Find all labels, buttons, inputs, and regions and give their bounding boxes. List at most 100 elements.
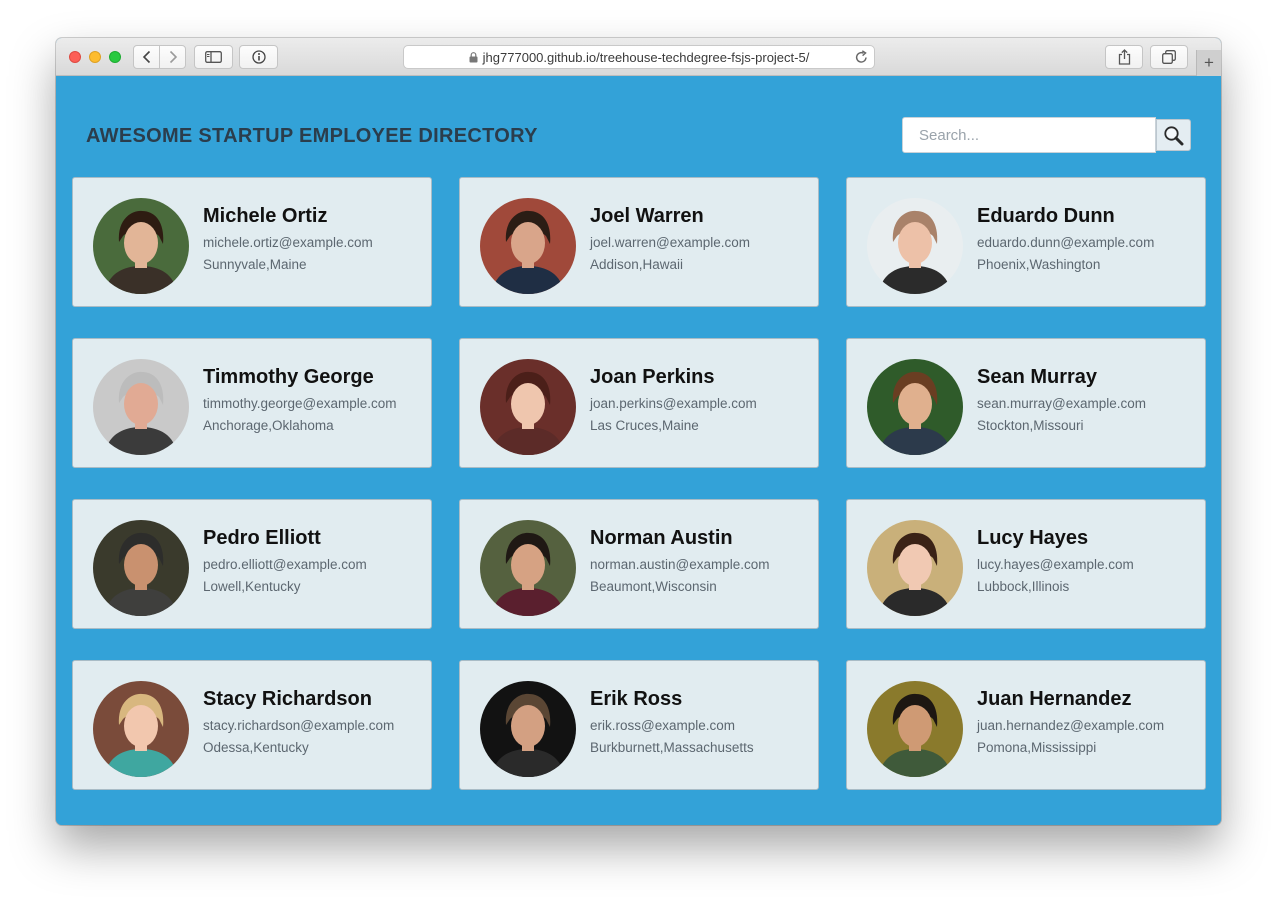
avatar [480, 359, 576, 455]
reload-icon [855, 50, 867, 63]
history-navigation [133, 45, 186, 69]
employee-location: Pomona,Mississippi [977, 740, 1097, 755]
employee-name: Juan Hernandez [977, 688, 1132, 710]
employee-email: norman.austin@example.com [590, 557, 770, 572]
employee-name: Sean Murray [977, 366, 1098, 388]
employee-name: Timmothy George [203, 366, 374, 388]
employee-card[interactable]: Michele Ortiz michele.ortiz@example.com … [72, 177, 432, 307]
employee-email: sean.murray@example.com [977, 396, 1147, 411]
employee-info: Juan Hernandez juan.hernandez@example.co… [977, 688, 1164, 755]
employee-info: Michele Ortiz michele.ortiz@example.com … [203, 205, 373, 272]
employee-info: Norman Austin norman.austin@example.com … [590, 527, 770, 594]
avatar [93, 520, 189, 616]
employee-email: pedro.elliott@example.com [203, 557, 367, 572]
browser-toolbar: jhg777000.github.io/treehouse-techdegree… [56, 38, 1221, 76]
employee-info: Joan Perkins joan.perkins@example.com La… [590, 366, 757, 433]
employee-card[interactable]: Joan Perkins joan.perkins@example.com La… [459, 338, 819, 468]
avatar [480, 198, 576, 294]
employee-card[interactable]: Erik Ross erik.ross@example.com Burkburn… [459, 660, 819, 790]
back-button[interactable] [134, 46, 160, 68]
employee-info: Erik Ross erik.ross@example.com Burkburn… [590, 688, 754, 755]
employee-card[interactable]: Lucy Hayes lucy.hayes@example.com Lubboc… [846, 499, 1206, 629]
avatar [93, 359, 189, 455]
new-tab-button[interactable]: + [1196, 50, 1221, 76]
employee-name: Pedro Elliott [203, 527, 321, 549]
employee-location: Stockton,Missouri [977, 418, 1084, 433]
page-content: AWESOME STARTUP EMPLOYEE DIRECTORY Miche… [56, 76, 1221, 825]
employee-location: Sunnyvale,Maine [203, 257, 307, 272]
employee-location: Lowell,Kentucky [203, 579, 301, 594]
employee-card[interactable]: Juan Hernandez juan.hernandez@example.co… [846, 660, 1206, 790]
employee-info: Timmothy George timmothy.george@example.… [203, 366, 397, 433]
employee-info: Stacy Richardson stacy.richardson@exampl… [203, 688, 394, 755]
search-input[interactable] [902, 117, 1156, 153]
employee-location: Odessa,Kentucky [203, 740, 309, 755]
employee-email: stacy.richardson@example.com [203, 718, 395, 733]
avatar [480, 681, 576, 777]
employee-email: lucy.hayes@example.com [977, 557, 1134, 572]
zoom-window-button[interactable] [109, 51, 121, 63]
close-window-button[interactable] [69, 51, 81, 63]
share-button[interactable] [1105, 45, 1143, 69]
employee-name: Stacy Richardson [203, 688, 372, 710]
employee-card[interactable]: Pedro Elliott pedro.elliott@example.com … [72, 499, 432, 629]
minimize-window-button[interactable] [89, 51, 101, 63]
employee-card[interactable]: Norman Austin norman.austin@example.com … [459, 499, 819, 629]
employee-info: Sean Murray sean.murray@example.com Stoc… [977, 366, 1146, 433]
employee-card[interactable]: Sean Murray sean.murray@example.com Stoc… [846, 338, 1206, 468]
page-title: AWESOME STARTUP EMPLOYEE DIRECTORY [86, 125, 538, 147]
employee-email: erik.ross@example.com [590, 718, 735, 733]
browser-window: jhg777000.github.io/treehouse-techdegree… [56, 38, 1221, 825]
employee-info: Lucy Hayes lucy.hayes@example.com Lubboc… [977, 527, 1134, 594]
forward-button[interactable] [160, 46, 186, 68]
search-button[interactable] [1156, 119, 1191, 151]
employee-location: Beaumont,Wisconsin [590, 579, 717, 594]
avatar [867, 359, 963, 455]
employee-card[interactable]: Joel Warren joel.warren@example.com Addi… [459, 177, 819, 307]
employee-location: Phoenix,Washington [977, 257, 1101, 272]
employee-email: joan.perkins@example.com [590, 396, 757, 411]
avatar [93, 681, 189, 777]
url-text: jhg777000.github.io/treehouse-techdegree… [482, 49, 810, 65]
employee-name: Joel Warren [590, 205, 704, 227]
employee-name: Eduardo Dunn [977, 205, 1115, 227]
employee-email: juan.hernandez@example.com [977, 718, 1165, 733]
employee-card[interactable]: Timmothy George timmothy.george@example.… [72, 338, 432, 468]
employee-location: Lubbock,Illinois [977, 579, 1070, 594]
info-button[interactable] [239, 45, 278, 69]
tabs-icon [1162, 50, 1176, 64]
employee-location: Addison,Hawaii [590, 257, 684, 272]
employee-name: Joan Perkins [590, 366, 715, 388]
employee-email: joel.warren@example.com [590, 235, 751, 250]
employee-email: timmothy.george@example.com [203, 396, 397, 411]
employee-location: Las Cruces,Maine [590, 418, 699, 433]
address-bar[interactable]: jhg777000.github.io/treehouse-techdegree… [403, 45, 875, 69]
share-icon [1118, 49, 1130, 65]
employee-email: michele.ortiz@example.com [203, 235, 373, 250]
search-form [902, 117, 1192, 153]
avatar [867, 681, 963, 777]
employee-grid: Michele Ortiz michele.ortiz@example.com … [72, 177, 1206, 790]
employee-card[interactable]: Eduardo Dunn eduardo.dunn@example.com Ph… [846, 177, 1206, 307]
employee-info: Eduardo Dunn eduardo.dunn@example.com Ph… [977, 205, 1154, 272]
avatar [480, 520, 576, 616]
employee-name: Norman Austin [590, 527, 733, 549]
chevron-left-icon [142, 50, 150, 64]
employee-name: Erik Ross [590, 688, 683, 710]
employee-card[interactable]: Stacy Richardson stacy.richardson@exampl… [72, 660, 432, 790]
lock-icon [469, 51, 478, 63]
reload-button[interactable] [855, 50, 868, 67]
tabs-overview-button[interactable] [1150, 45, 1188, 69]
avatar [867, 198, 963, 294]
employee-info: Pedro Elliott pedro.elliott@example.com … [203, 527, 367, 594]
employee-location: Anchorage,Oklahoma [203, 418, 334, 433]
info-icon [251, 50, 266, 64]
search-icon [1164, 125, 1184, 145]
employee-name: Michele Ortiz [203, 205, 328, 227]
employee-info: Joel Warren joel.warren@example.com Addi… [590, 205, 750, 272]
sidebar-icon [205, 51, 222, 63]
avatar [93, 198, 189, 294]
avatar [867, 520, 963, 616]
sidebar-button[interactable] [194, 45, 233, 69]
chevron-right-icon [169, 50, 178, 64]
